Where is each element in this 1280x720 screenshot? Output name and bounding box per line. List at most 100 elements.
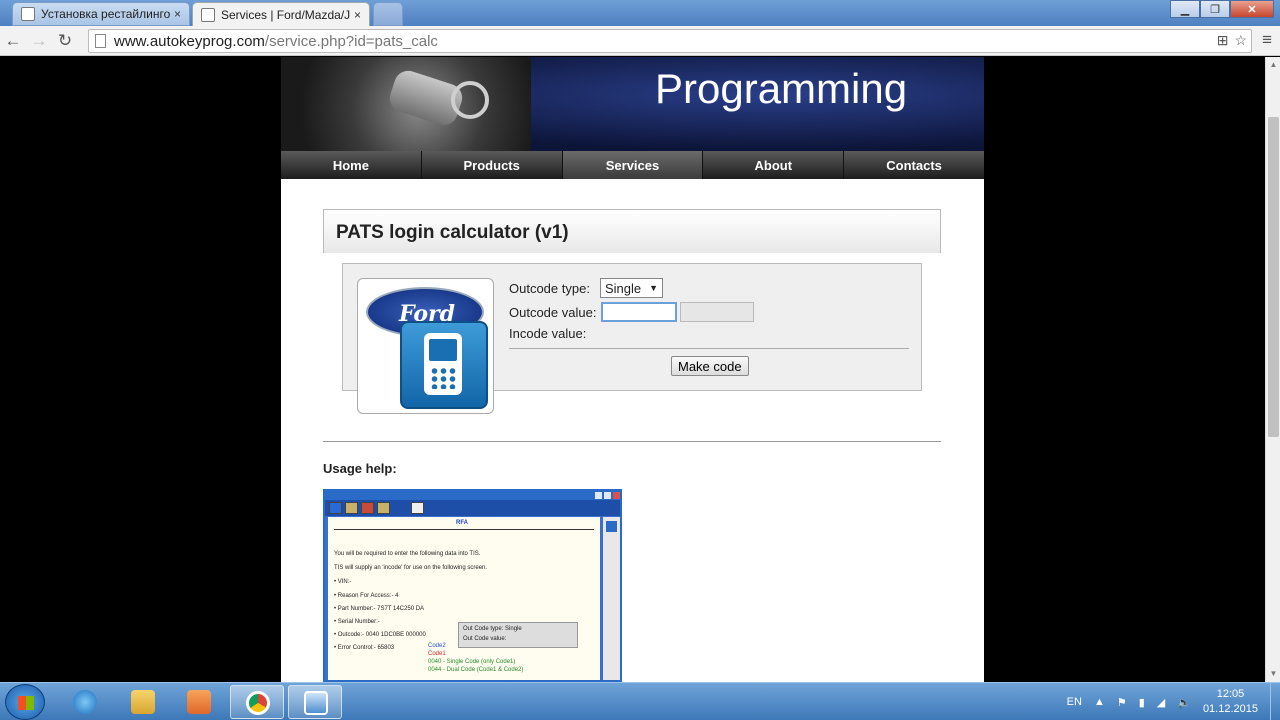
- screenshot-min-icon: [595, 492, 602, 499]
- back-arrow-icon[interactable]: ←: [0, 28, 26, 54]
- volume-icon[interactable]: 🔈: [1177, 696, 1191, 709]
- signal-icon[interactable]: ◢: [1157, 696, 1165, 709]
- tab-restyling[interactable]: Установка рестайлинговой ×: [12, 2, 190, 26]
- incode-value-row: Incode value:: [509, 326, 586, 341]
- tab-services[interactable]: Services | Ford/Mazda/Jag ×: [192, 2, 370, 26]
- outcode-value-input-2: [680, 302, 755, 322]
- phone-body: [424, 333, 462, 395]
- show-desktop-button[interactable]: [1270, 683, 1280, 720]
- taskbar-media-player[interactable]: [172, 685, 226, 719]
- nav-contacts[interactable]: Contacts: [844, 151, 984, 179]
- make-code-button[interactable]: Make code: [671, 356, 749, 376]
- screenshot-back-icon: [329, 502, 342, 514]
- ford-calculator-image: Ford: [357, 278, 494, 414]
- screenshot-line2: TIS will supply an 'incode' for use on t…: [334, 565, 488, 571]
- minimize-button[interactable]: ▁: [1170, 0, 1200, 18]
- screenshot-part: • Part Number:- 7S7T 14C250 DA: [334, 606, 425, 612]
- nav-services[interactable]: Services: [562, 151, 704, 179]
- url-path: /service.php?id=pats_calc: [264, 32, 438, 50]
- calculator-box: Ford Outcode type: Single ▼ Outcode valu…: [342, 263, 922, 414]
- car-key-photo: [281, 57, 531, 151]
- reload-icon[interactable]: ↻: [52, 28, 78, 54]
- bookmark-star-icon[interactable]: ☆: [1234, 32, 1247, 49]
- screenshot-code2: Code2: [428, 643, 446, 649]
- screenshot-tool-icon: [361, 502, 374, 514]
- scroll-up-icon[interactable]: ▲: [1266, 57, 1280, 73]
- screenshot-header: RFA: [456, 520, 468, 526]
- screenshot-note1: 0040 - Single Code (only Code1): [428, 659, 516, 665]
- screenshot-list-icon: [606, 521, 617, 532]
- translate-icon[interactable]: ⊞: [1217, 32, 1229, 49]
- dropdown-arrow-icon: ▼: [649, 283, 659, 293]
- tray-expand-icon[interactable]: ▲: [1094, 696, 1105, 708]
- media-player-icon: [187, 690, 211, 714]
- screenshot-error: • Error Control:- 65803: [334, 645, 395, 651]
- screenshot-key-icon: [377, 502, 390, 514]
- close-window-button[interactable]: ✕: [1230, 0, 1274, 18]
- screenshot-serial: • Serial Number:-: [334, 619, 380, 625]
- banner-title: Programming: [655, 65, 908, 112]
- calculator-phone-icon: [400, 321, 488, 409]
- page-scrollbar[interactable]: ▲ ▼: [1265, 57, 1280, 682]
- page-content: PATS login calculator (v1) Ford Outcode …: [281, 179, 984, 682]
- taskbar-explorer[interactable]: [116, 685, 170, 719]
- calculator-header: PATS login calculator (v1): [323, 209, 941, 253]
- forward-arrow-icon[interactable]: →: [26, 28, 52, 54]
- screenshot-mini-value: Out Code value:: [463, 636, 507, 642]
- tab-close-icon[interactable]: ×: [354, 8, 361, 22]
- new-tab-button[interactable]: [373, 2, 403, 26]
- usage-help-heading: Usage help:: [323, 461, 397, 476]
- form-divider: [509, 348, 909, 349]
- tab-close-icon[interactable]: ×: [174, 7, 181, 21]
- screenshot-titlebar: [325, 491, 620, 500]
- outcode-type-value: Single: [604, 280, 642, 296]
- screenshot-close-icon: [613, 492, 620, 499]
- window-controls: ▁ ❐ ✕: [1170, 0, 1274, 18]
- scroll-thumb[interactable]: [1268, 117, 1279, 437]
- nav-home[interactable]: Home: [281, 151, 422, 179]
- outcode-value-input[interactable]: [601, 302, 678, 322]
- language-indicator[interactable]: EN: [1067, 696, 1082, 708]
- key-ring-image: [451, 81, 489, 119]
- screenshot-code1: Code1: [428, 651, 446, 657]
- scroll-down-icon[interactable]: ▼: [1266, 666, 1280, 682]
- windows-logo-icon: [18, 696, 34, 710]
- outcode-value-label: Outcode value:: [509, 304, 597, 320]
- phone-screen: [429, 339, 457, 361]
- browser-menu-icon[interactable]: ≡: [1262, 30, 1272, 50]
- address-bar[interactable]: www.autokeyprog.com /service.php?id=pats…: [88, 29, 1252, 53]
- screenshot-mini-form: Out Code type: Single Out Code value:: [458, 622, 578, 648]
- clock-date: 01.12.2015: [1202, 703, 1258, 715]
- nav-products[interactable]: Products: [422, 151, 563, 179]
- screenshot-note2: 0044 - Dual Code (Code1 & Code2): [428, 667, 524, 673]
- internet-explorer-icon: [73, 690, 97, 714]
- outcode-type-row: Outcode type: Single ▼: [509, 278, 664, 298]
- taskbar-ie[interactable]: [58, 685, 112, 719]
- taskbar-chrome[interactable]: [230, 685, 284, 719]
- system-tray: EN ▲ ⚑ ▮ ◢ 🔈 12:05 01.12.2015: [1067, 683, 1280, 720]
- site-container: Programming Home Products Services About…: [281, 57, 984, 682]
- screenshot-line1: You will be required to enter the follow…: [334, 551, 481, 557]
- screenshot-outcode: • Outcode:- 0040 1DC0BE 000000: [334, 632, 426, 638]
- screenshot-toolbar: [325, 500, 620, 516]
- clock-time: 12:05: [1216, 688, 1245, 700]
- main-nav: Home Products Services About Contacts: [281, 151, 984, 179]
- clock[interactable]: 12:05 01.12.2015: [1203, 687, 1258, 717]
- maximize-button[interactable]: ❐: [1200, 0, 1230, 18]
- tab-label: Services | Ford/Mazda/Jag: [221, 7, 350, 22]
- incode-value-label: Incode value:: [509, 326, 587, 341]
- windows-taskbar: EN ▲ ⚑ ▮ ◢ 🔈 12:05 01.12.2015: [0, 682, 1280, 720]
- network-icon[interactable]: ▮: [1139, 696, 1145, 709]
- outcode-type-select[interactable]: Single ▼: [599, 278, 664, 298]
- taskbar-image-viewer[interactable]: [288, 685, 342, 719]
- page-icon: [95, 34, 106, 48]
- action-center-icon[interactable]: ⚑: [1117, 696, 1127, 709]
- tab-favicon-icon: [201, 7, 215, 22]
- screenshot-mini-type: Out Code type: Single: [463, 626, 522, 632]
- nav-about[interactable]: About: [703, 151, 845, 179]
- tab-favicon-icon: [21, 7, 35, 21]
- screenshot-max-icon: [604, 492, 611, 499]
- page-viewport: Programming Home Products Services About…: [0, 57, 1265, 682]
- start-button[interactable]: [5, 684, 45, 720]
- site-banner: Programming: [281, 57, 984, 151]
